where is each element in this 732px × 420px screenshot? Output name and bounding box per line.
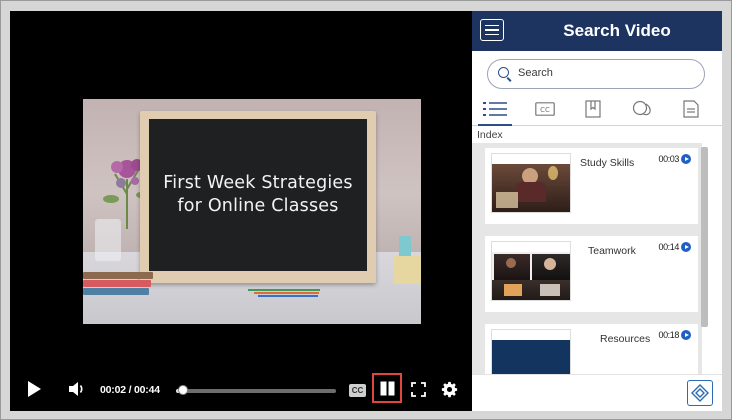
play-circle-icon[interactable] <box>681 242 691 252</box>
tab-captions[interactable]: CC <box>530 97 560 121</box>
svg-text:CC: CC <box>540 106 550 114</box>
seek-bar[interactable] <box>176 385 336 395</box>
chalkboard: First Week Strategies for Online Classes <box>149 119 367 271</box>
video-thumbnail <box>491 241 571 301</box>
search-video-sidebar: Search Video CC <box>472 11 722 411</box>
play-circle-icon[interactable] <box>681 330 691 340</box>
seek-handle[interactable] <box>178 385 189 395</box>
glass-jar-image <box>95 219 121 261</box>
tab-comments[interactable] <box>627 97 657 121</box>
play-button[interactable] <box>24 378 44 400</box>
search-box[interactable] <box>487 59 705 89</box>
pencil-cups-image <box>393 236 421 284</box>
comments-icon <box>632 100 651 116</box>
notebooks-image <box>83 272 153 302</box>
item-title: Resources <box>600 333 651 345</box>
sidebar-toggle-button[interactable] <box>372 373 402 403</box>
sidebar-title: Search Video <box>563 21 671 40</box>
search-input[interactable] <box>516 66 700 80</box>
index-list-icon <box>483 102 507 116</box>
item-title: Teamwork <box>588 245 636 257</box>
slide-title-line2: for Online Classes <box>177 196 339 216</box>
hamburger-icon <box>485 24 499 27</box>
list-item[interactable]: Study Skills 00:03 <box>485 148 698 224</box>
captions-icon: CC <box>535 102 555 116</box>
bookmark-icon <box>585 100 601 118</box>
tab-document[interactable] <box>676 97 706 121</box>
pencils-image <box>248 289 328 299</box>
item-time: 00:03 <box>658 154 691 164</box>
list-item[interactable]: Teamwork 00:14 <box>485 236 698 312</box>
sidebar-tabs: CC <box>472 95 722 126</box>
control-bar: 00:02 / 00:44 CC <box>10 367 472 411</box>
cc-button[interactable]: CC <box>349 384 366 397</box>
video-thumbnail <box>491 153 571 213</box>
index-label: Index <box>477 129 503 141</box>
item-time: 00:14 <box>658 242 691 252</box>
tab-index[interactable] <box>480 97 510 121</box>
gear-icon <box>441 381 457 397</box>
play-icon <box>28 381 41 397</box>
list-scrollbar[interactable] <box>701 147 708 327</box>
slide-title-line1: First Week Strategies <box>163 173 353 193</box>
volume-button[interactable] <box>67 379 87 399</box>
video-thumbnail <box>491 329 571 377</box>
play-circle-icon[interactable] <box>681 154 691 164</box>
chalkboard-frame: First Week Strategies for Online Classes <box>140 111 376 283</box>
cc-icon: CC <box>351 386 364 395</box>
list-item[interactable]: Resources 00:18 <box>485 324 698 377</box>
sidebar-toggle-icon <box>380 381 395 396</box>
brand-logo-icon <box>691 384 709 402</box>
sidebar-footer <box>472 374 722 411</box>
settings-button[interactable] <box>439 379 459 399</box>
active-tab-indicator <box>478 124 512 126</box>
document-icon <box>683 100 699 118</box>
video-frame[interactable]: First Week Strategies for Online Classes <box>83 99 421 324</box>
volume-icon <box>69 382 83 396</box>
tab-bookmarks[interactable] <box>578 97 608 121</box>
fullscreen-icon <box>410 381 426 397</box>
index-list: Study Skills 00:03 Teamwork 00:14 Resour… <box>472 143 702 377</box>
item-time: 00:18 <box>658 330 691 340</box>
sidebar-header: Search Video <box>472 11 722 51</box>
search-icon <box>498 67 509 78</box>
time-display: 00:02 / 00:44 <box>100 384 160 396</box>
item-title: Study Skills <box>580 157 635 169</box>
brand-logo-button[interactable] <box>687 380 713 406</box>
fullscreen-button[interactable] <box>409 380 427 398</box>
app-frame: First Week Strategies for Online Classes <box>0 0 732 420</box>
video-player[interactable]: First Week Strategies for Online Classes <box>10 11 472 411</box>
menu-button[interactable] <box>480 19 504 41</box>
